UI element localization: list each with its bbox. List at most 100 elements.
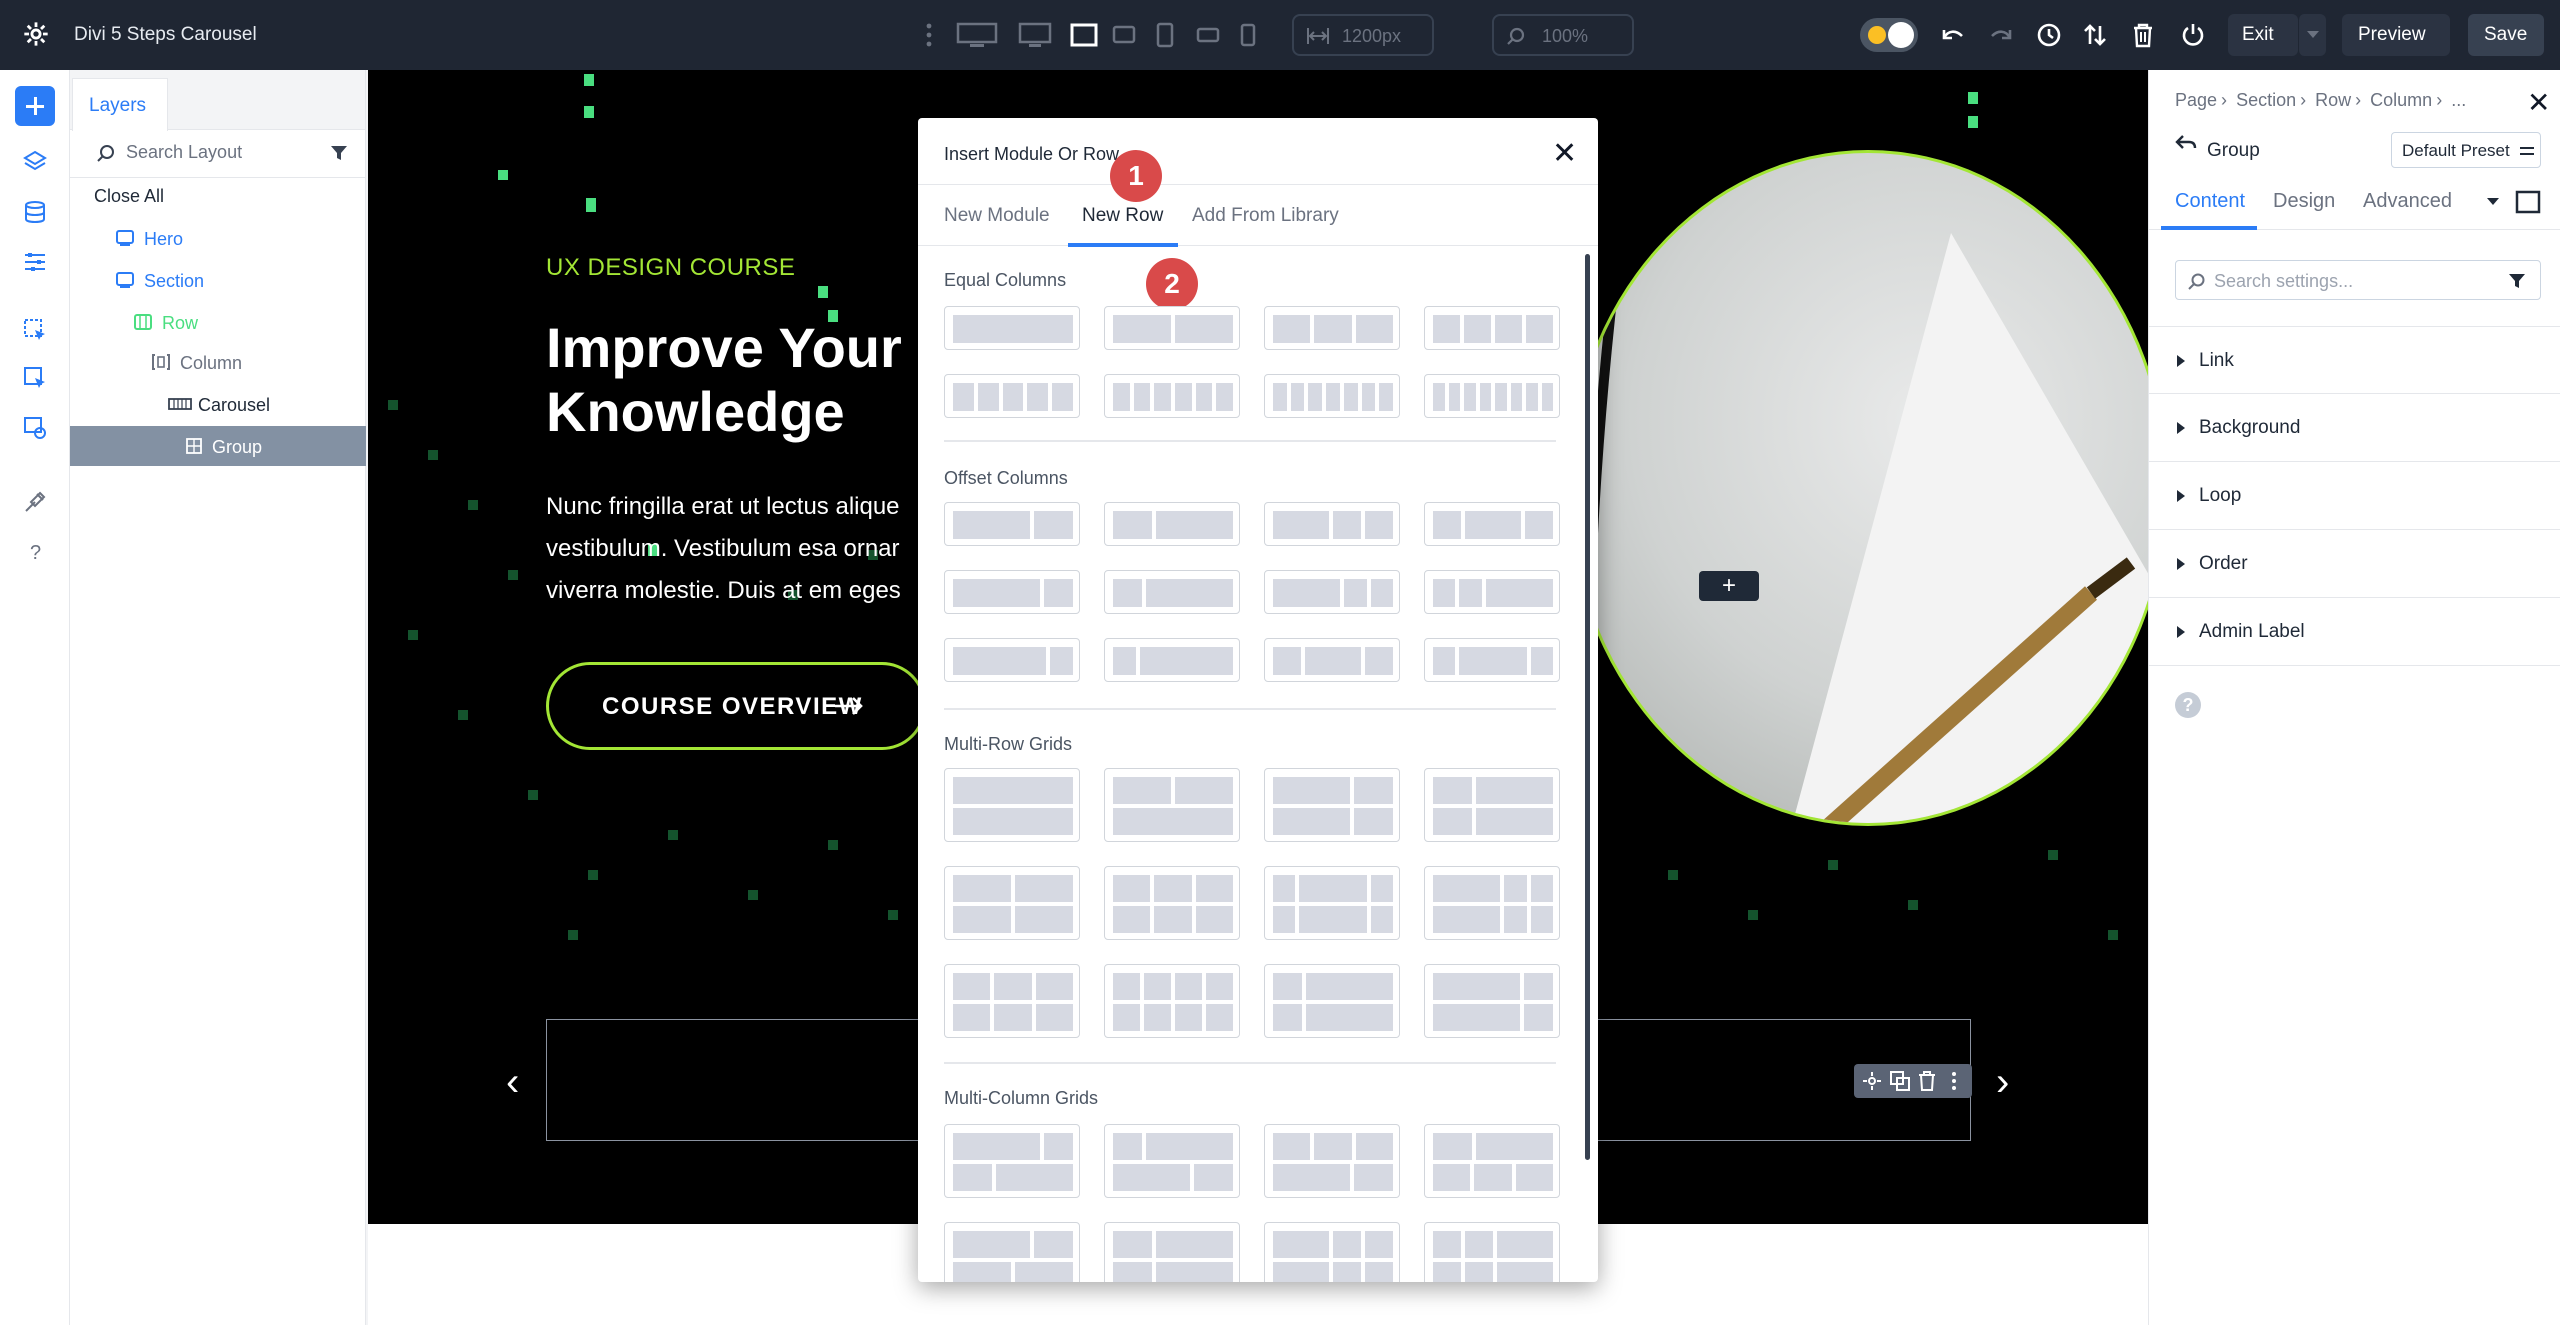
row-layout-option[interactable] bbox=[944, 1222, 1080, 1282]
row-layout-option[interactable] bbox=[1104, 638, 1240, 682]
layer-carousel[interactable]: Carousel bbox=[70, 384, 366, 424]
multi-select-icon[interactable] bbox=[23, 366, 47, 390]
tablet-landscape-icon[interactable] bbox=[1112, 22, 1136, 48]
row-layout-option[interactable] bbox=[1424, 570, 1560, 614]
breadcrumb-page[interactable]: Page bbox=[2175, 90, 2217, 110]
desktop-icon[interactable] bbox=[1018, 22, 1052, 48]
exit-dropdown-button[interactable] bbox=[2298, 14, 2326, 56]
row-layout-option[interactable] bbox=[1104, 374, 1240, 418]
row-layout-option[interactable] bbox=[1264, 638, 1400, 682]
preset-dropdown[interactable]: Default Preset bbox=[2391, 132, 2541, 168]
save-button[interactable]: Save bbox=[2468, 14, 2544, 56]
light-dark-toggle[interactable] bbox=[1860, 18, 1918, 52]
layers-icon[interactable] bbox=[23, 150, 47, 174]
row-layout-option[interactable] bbox=[1264, 1222, 1400, 1282]
gear-icon[interactable] bbox=[1862, 1071, 1882, 1091]
row-layout-option[interactable] bbox=[1104, 306, 1240, 350]
row-layout-option[interactable] bbox=[944, 638, 1080, 682]
row-layout-option[interactable] bbox=[1104, 964, 1240, 1038]
redo-icon[interactable] bbox=[1988, 22, 2014, 48]
undo-icon[interactable] bbox=[1940, 22, 1966, 48]
row-layout-option[interactable] bbox=[944, 374, 1080, 418]
layer-hero[interactable]: Hero bbox=[70, 218, 366, 258]
row-layout-option[interactable] bbox=[1264, 768, 1400, 842]
add-module-chip[interactable]: + bbox=[1699, 571, 1759, 601]
row-layout-option[interactable] bbox=[1424, 1222, 1560, 1282]
layer-column[interactable]: Column bbox=[70, 342, 366, 382]
row-layout-option[interactable] bbox=[944, 502, 1080, 546]
layer-section[interactable]: Section bbox=[70, 260, 366, 300]
row-layout-option[interactable] bbox=[944, 964, 1080, 1038]
row-layout-option[interactable] bbox=[1264, 866, 1400, 940]
tools-icon[interactable] bbox=[23, 490, 47, 514]
sort-arrows-icon[interactable] bbox=[2082, 22, 2108, 48]
row-layout-option[interactable] bbox=[1264, 1124, 1400, 1198]
row-layout-option[interactable] bbox=[1424, 866, 1560, 940]
duplicate-icon[interactable] bbox=[1890, 1071, 1910, 1091]
database-icon[interactable] bbox=[23, 200, 47, 224]
tab-new-module[interactable]: New Module bbox=[944, 205, 1050, 227]
row-layout-option[interactable] bbox=[944, 768, 1080, 842]
layer-group[interactable]: Group bbox=[70, 426, 366, 466]
add-element-button[interactable] bbox=[15, 86, 55, 126]
row-layout-option[interactable] bbox=[1264, 374, 1400, 418]
help-icon[interactable]: ? bbox=[2175, 692, 2201, 718]
tab-design[interactable]: Design bbox=[2273, 190, 2335, 213]
settings-close-button[interactable]: ✕ bbox=[2527, 86, 2550, 119]
breadcrumb-column[interactable]: Column bbox=[2370, 90, 2432, 110]
row-layout-option[interactable] bbox=[1264, 306, 1400, 350]
breadcrumb-section[interactable]: Section bbox=[2236, 90, 2296, 110]
row-layout-option[interactable] bbox=[1264, 502, 1400, 546]
breadcrumb-more[interactable]: ... bbox=[2451, 90, 2466, 110]
tab-layers[interactable]: Layers bbox=[72, 78, 168, 131]
help-question-icon[interactable]: ? bbox=[23, 540, 47, 564]
trash-icon[interactable] bbox=[2132, 22, 2154, 48]
gear-icon[interactable] bbox=[22, 20, 50, 48]
tab-new-row[interactable]: New Row bbox=[1082, 205, 1163, 227]
close-all-link[interactable]: Close All bbox=[94, 186, 164, 207]
row-layout-option[interactable] bbox=[944, 1124, 1080, 1198]
tab-add-from-library[interactable]: Add From Library bbox=[1192, 205, 1339, 227]
row-layout-option[interactable] bbox=[1264, 964, 1400, 1038]
exit-button[interactable]: Exit bbox=[2228, 14, 2298, 56]
row-layout-option[interactable] bbox=[1424, 638, 1560, 682]
chevron-down-icon[interactable] bbox=[2487, 198, 2499, 206]
settings-group-background[interactable]: Background bbox=[2149, 394, 2560, 462]
row-layout-option[interactable] bbox=[1424, 964, 1560, 1038]
power-icon[interactable] bbox=[2180, 22, 2206, 48]
row-layout-option[interactable] bbox=[1104, 768, 1240, 842]
settings-group-order[interactable]: Order bbox=[2149, 530, 2560, 598]
tablet-landscape-active-icon[interactable] bbox=[1070, 22, 1098, 48]
carousel-next-arrow[interactable]: › bbox=[1996, 1060, 2009, 1105]
hero-photo[interactable] bbox=[1568, 150, 2148, 826]
wide-desktop-icon[interactable] bbox=[956, 22, 998, 48]
tab-content[interactable]: Content bbox=[2175, 190, 2245, 213]
filter-icon[interactable] bbox=[330, 144, 348, 162]
back-arrow-icon[interactable] bbox=[2175, 132, 2197, 154]
carousel-prev-arrow[interactable]: ‹ bbox=[506, 1060, 519, 1105]
row-layout-option[interactable] bbox=[944, 306, 1080, 350]
canvas-width-field[interactable]: 1200px bbox=[1292, 14, 1434, 56]
row-layout-option[interactable] bbox=[1264, 570, 1400, 614]
modal-scrollbar[interactable] bbox=[1585, 254, 1590, 1160]
tablet-portrait-icon[interactable] bbox=[1156, 22, 1174, 48]
settings-search-input[interactable]: Search settings... bbox=[2175, 260, 2541, 300]
settings-group-link[interactable]: Link bbox=[2149, 326, 2560, 394]
layer-row[interactable]: Row bbox=[70, 302, 366, 342]
row-layout-option[interactable] bbox=[1424, 502, 1560, 546]
filter-icon[interactable] bbox=[2508, 272, 2526, 290]
row-layout-option[interactable] bbox=[944, 866, 1080, 940]
tab-advanced[interactable]: Advanced bbox=[2363, 190, 2452, 213]
preview-button[interactable]: Preview bbox=[2342, 14, 2450, 56]
row-layout-option[interactable] bbox=[1104, 502, 1240, 546]
phone-landscape-icon[interactable] bbox=[1196, 22, 1220, 48]
cursor-select-icon[interactable] bbox=[23, 318, 47, 342]
row-layout-option[interactable] bbox=[1104, 1124, 1240, 1198]
settings-group-admin-label[interactable]: Admin Label bbox=[2149, 598, 2560, 666]
breadcrumb-row[interactable]: Row bbox=[2315, 90, 2351, 110]
row-layout-option[interactable] bbox=[1424, 768, 1560, 842]
image-settings-icon[interactable] bbox=[23, 416, 47, 440]
row-layout-option[interactable] bbox=[1104, 570, 1240, 614]
row-layout-option[interactable] bbox=[1424, 306, 1560, 350]
more-vertical-icon[interactable] bbox=[1950, 1071, 1958, 1091]
